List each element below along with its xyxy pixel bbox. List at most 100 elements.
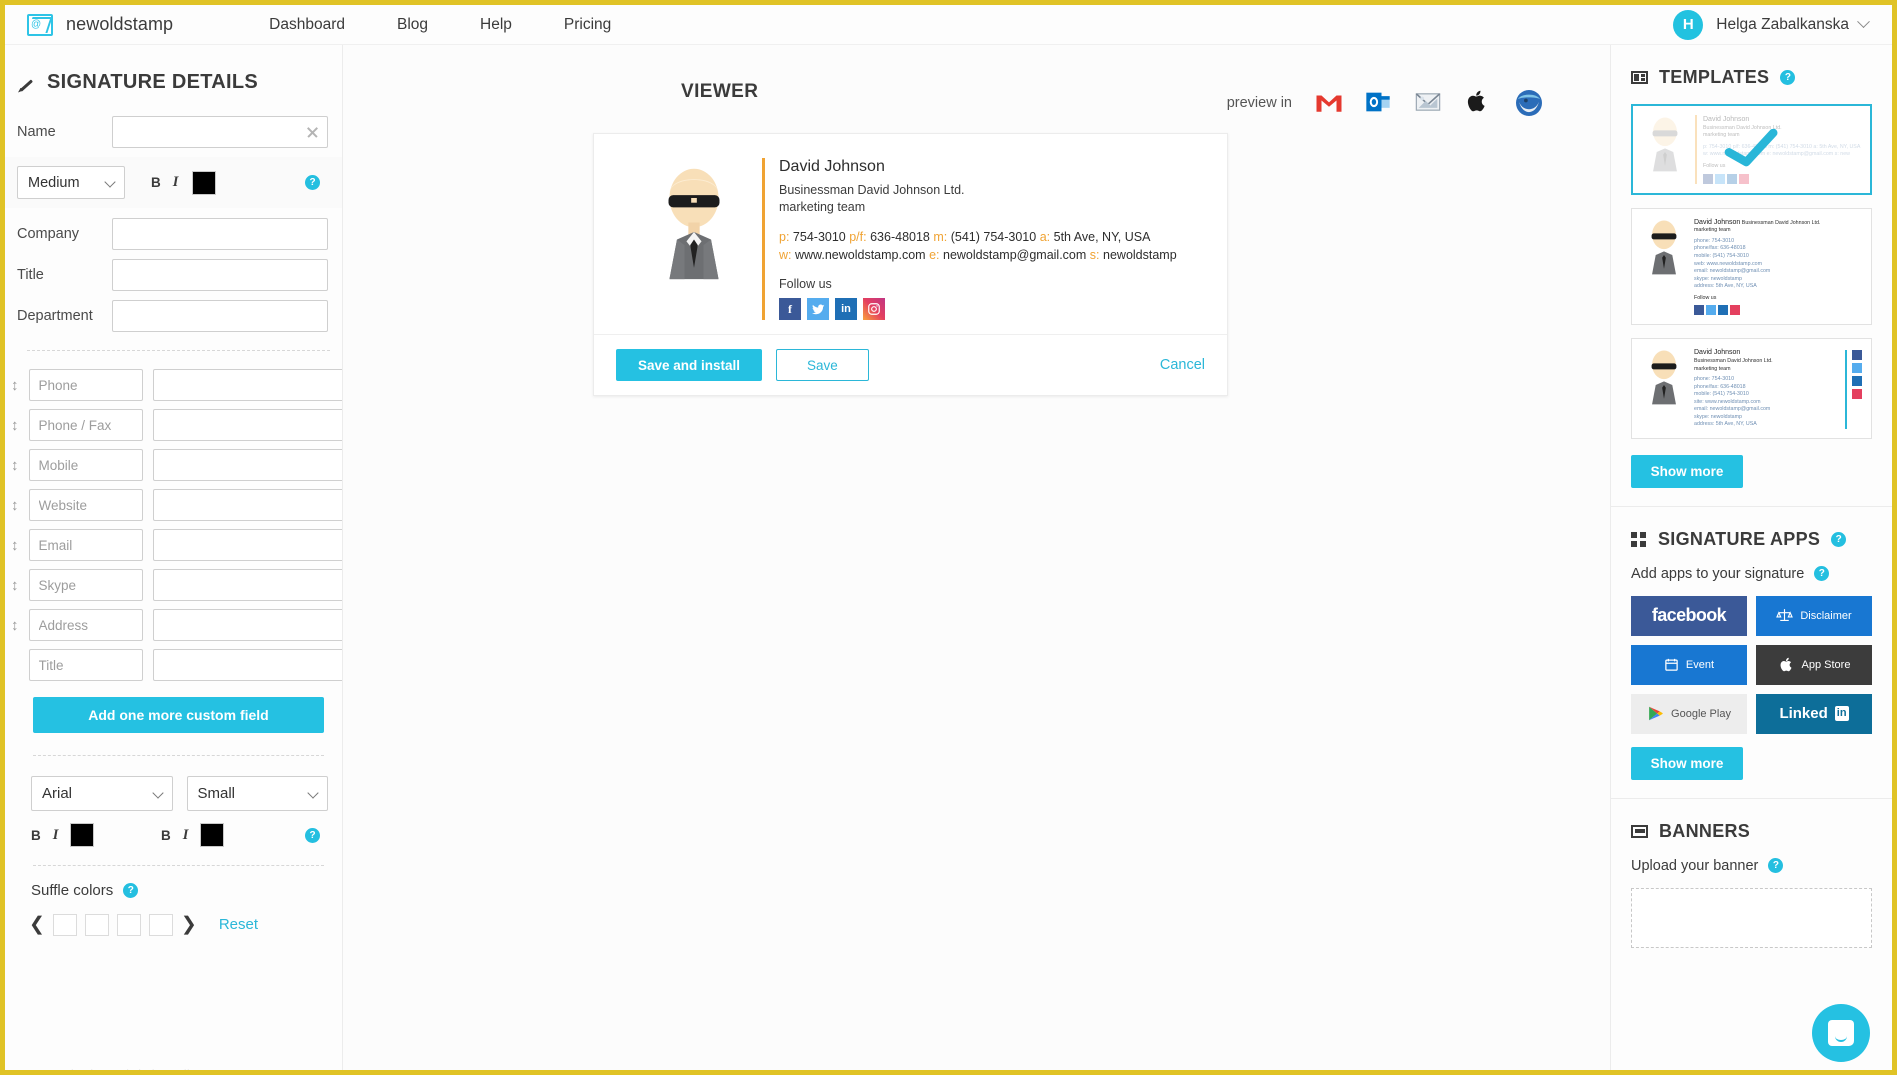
help-icon[interactable]: ?	[305, 175, 320, 190]
signature-contacts-row-1: p: 754-3010 p/f: 636-48018 m: (541) 754-…	[779, 228, 1177, 246]
outlook-icon[interactable]	[1364, 88, 1394, 118]
nav-link-pricing[interactable]: Pricing	[564, 16, 611, 34]
contact-label-mobile: m:	[933, 230, 948, 244]
custom-field-value-extra-title[interactable]	[152, 649, 342, 681]
custom-field-value-address[interactable]	[152, 609, 342, 641]
font-family-select[interactable]: Arial	[31, 776, 173, 811]
department-input[interactable]	[112, 300, 328, 332]
instagram-icon[interactable]	[863, 298, 885, 321]
thunderbird-icon[interactable]	[1514, 88, 1544, 118]
custom-field-key-extra-title[interactable]	[28, 649, 143, 681]
instagram-icon	[1730, 305, 1740, 316]
drag-handle-icon[interactable]: ↕	[11, 578, 19, 593]
palette-swatch[interactable]	[52, 913, 77, 936]
custom-field-value-website[interactable]	[152, 489, 342, 521]
template-card-1[interactable]: David Johnson Businessman David Johnson …	[1631, 104, 1872, 195]
banner-dropzone[interactable]	[1631, 887, 1872, 948]
help-icon[interactable]: ?	[1831, 531, 1847, 547]
prev-palette-button[interactable]: ❮	[29, 913, 45, 936]
name-color-swatch[interactable]	[192, 170, 217, 195]
name-input[interactable]	[112, 116, 328, 148]
help-icon[interactable]: ?	[1814, 566, 1830, 582]
add-custom-field-button[interactable]: Add one more custom field	[33, 697, 324, 733]
signature-contacts: p: 754-3010 p/f: 636-48018 m: (541) 754-…	[779, 228, 1177, 264]
signature-apps-subtitle-row: Add apps to your signature ?	[1631, 566, 1872, 582]
right-style-group: B I	[161, 823, 275, 847]
drag-handle-icon[interactable]: ↕	[11, 458, 19, 473]
cancel-button[interactable]: Cancel	[1160, 357, 1205, 373]
templates-show-more-button[interactable]: Show more	[1631, 454, 1743, 488]
intercom-chat-button[interactable]	[1812, 1004, 1870, 1062]
top-navigation-bar: newoldstamp Dashboard Blog Help Pricing …	[5, 5, 1892, 45]
upload-banner-row: Upload your banner ?	[1631, 858, 1872, 874]
drag-handle-icon[interactable]: ↕	[11, 538, 19, 553]
drag-handle-icon[interactable]: ↕	[11, 498, 19, 513]
custom-field-key-email[interactable]	[28, 529, 143, 561]
title-input[interactable]	[112, 259, 328, 291]
apple-icon[interactable]	[1464, 88, 1494, 118]
app-tile-disclaimer[interactable]: Disclaimer	[1756, 595, 1872, 636]
save-button[interactable]: Save	[776, 349, 869, 382]
gmail-icon[interactable]	[1314, 88, 1344, 118]
custom-field-value-mobile[interactable]	[152, 449, 342, 481]
name-bold-button[interactable]: B	[151, 175, 161, 190]
custom-field-row: ↕	[5, 529, 342, 561]
apple-mail-icon[interactable]	[1414, 88, 1444, 118]
drag-handle-icon[interactable]: ↕	[11, 378, 19, 393]
next-palette-button[interactable]: ❯	[181, 913, 197, 936]
twitter-icon[interactable]	[807, 298, 829, 321]
contact-label-phonefax: p/f:	[849, 230, 867, 244]
custom-field-key-address[interactable]	[28, 609, 143, 641]
link-italic-button[interactable]: I	[183, 827, 189, 844]
apps-show-more-button[interactable]: Show more	[1631, 746, 1743, 780]
template-card-3[interactable]: David Johnson Businessman David Johnson …	[1631, 338, 1872, 439]
drag-handle-icon[interactable]: ↕	[11, 418, 19, 433]
help-icon[interactable]: ?	[123, 883, 139, 898]
template-card-2[interactable]: David Johnson Businessman David Johnson …	[1631, 207, 1872, 326]
palette-swatch[interactable]	[148, 913, 173, 936]
watermark: www.heritagechristiancollege.com	[39, 1067, 241, 1070]
save-and-install-button[interactable]: Save and install	[616, 349, 763, 382]
palette-swatch[interactable]	[116, 913, 141, 936]
help-icon[interactable]: ?	[1780, 70, 1796, 85]
body-color-swatch-left[interactable]	[70, 823, 95, 847]
nav-link-dashboard[interactable]: Dashboard	[269, 16, 345, 34]
company-input[interactable]	[112, 218, 328, 250]
custom-field-value-phone[interactable]	[152, 369, 342, 401]
nav-link-blog[interactable]: Blog	[397, 16, 428, 34]
palette-swatch[interactable]	[84, 913, 109, 936]
custom-field-key-mobile[interactable]	[28, 449, 143, 481]
app-tile-app-store[interactable]: App Store	[1756, 644, 1872, 685]
help-icon[interactable]: ?	[1768, 858, 1784, 874]
custom-field-value-email[interactable]	[152, 529, 342, 561]
nav-link-help[interactable]: Help	[480, 16, 512, 34]
app-tile-google-play[interactable]: Google Play	[1631, 693, 1747, 734]
body-color-swatch-right[interactable]	[200, 823, 225, 847]
custom-field-value-phone-fax[interactable]	[152, 409, 342, 441]
link-bold-button[interactable]: B	[161, 828, 171, 843]
help-icon[interactable]: ?	[305, 827, 320, 843]
custom-field-key-phone[interactable]	[28, 369, 143, 401]
facebook-icon[interactable]: f	[779, 298, 801, 321]
body-italic-button[interactable]: I	[53, 827, 59, 844]
body-bold-button[interactable]: B	[31, 828, 41, 843]
facebook-icon	[1694, 305, 1704, 316]
custom-field-key-skype[interactable]	[28, 569, 143, 601]
name-italic-button[interactable]: I	[173, 174, 179, 191]
drag-handle-icon[interactable]: ↕	[11, 618, 19, 633]
custom-field-key-phone-fax[interactable]	[28, 409, 143, 441]
brand-logo-area[interactable]: newoldstamp	[27, 13, 173, 36]
app-tile-linkedin[interactable]: Linked in	[1756, 693, 1872, 734]
app-tile-facebook[interactable]: facebook	[1631, 595, 1747, 636]
reset-colors-link[interactable]: Reset	[219, 916, 258, 933]
custom-field-row: ↕	[5, 609, 342, 641]
clear-icon[interactable]	[306, 126, 319, 139]
custom-field-value-skype[interactable]	[152, 569, 342, 601]
name-size-select[interactable]: Medium	[17, 166, 125, 199]
custom-field-key-website[interactable]	[28, 489, 143, 521]
text-style-row: B I B I ?	[5, 823, 342, 847]
app-tile-event[interactable]: Event	[1631, 644, 1747, 685]
linkedin-icon[interactable]: in	[835, 298, 857, 321]
font-size-select[interactable]: Small	[186, 776, 328, 811]
user-menu[interactable]: H Helga Zabalkanska	[1673, 9, 1870, 40]
